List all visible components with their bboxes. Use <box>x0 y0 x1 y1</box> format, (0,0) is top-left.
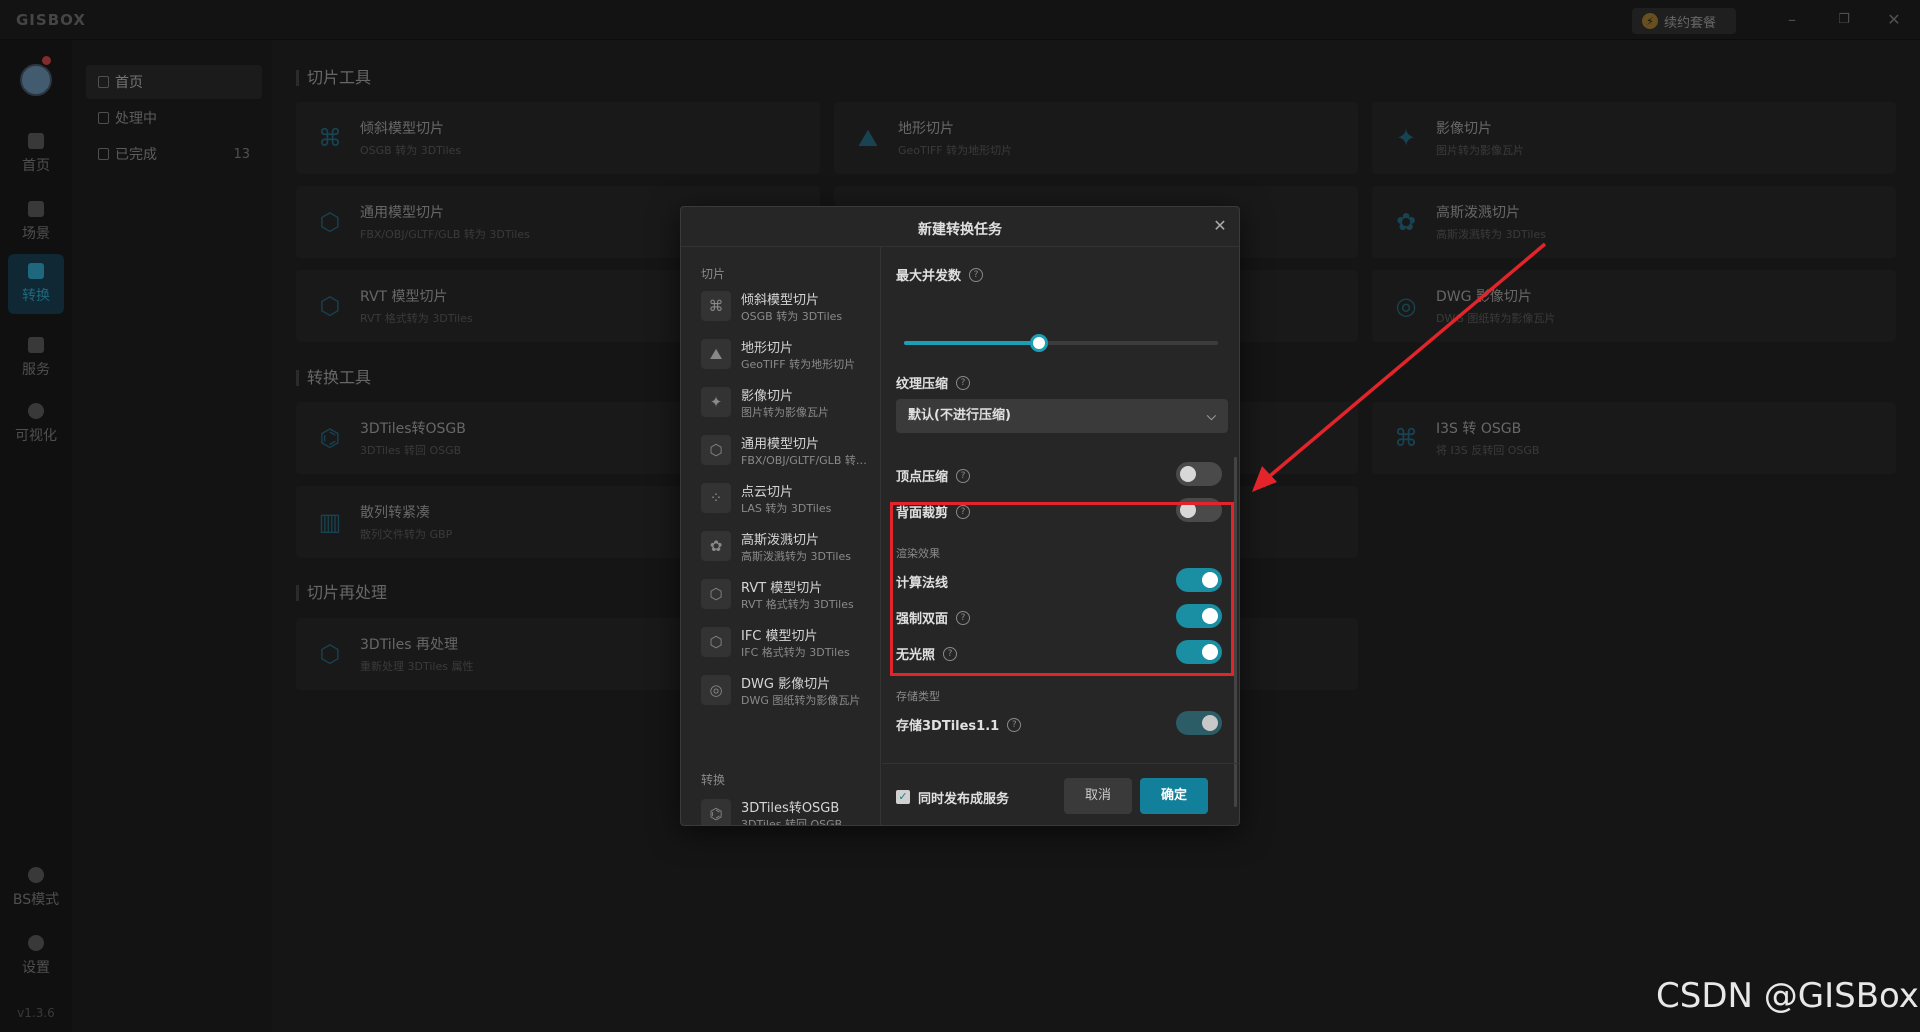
field-label-text: 最大并发数 <box>896 269 962 284</box>
cancel-button[interactable]: 取消 <box>1064 778 1132 814</box>
texture-compress-select[interactable]: 默认(不进行压缩) ⌵ <box>896 399 1228 433</box>
toggle-knob <box>1202 715 1218 731</box>
storage-3dtiles11-label: 存储3DTiles1.1 ? <box>896 715 1022 734</box>
chevron-down-icon: ⌵ <box>1206 409 1216 423</box>
task-type-item[interactable]: ⬡ RVT 模型切片 RVT 格式转为 3DTiles <box>701 573 877 617</box>
group-label-convert: 转换 <box>701 773 726 787</box>
watermark: CSDN @GISBox <box>1656 976 1919 1016</box>
task-type-subtitle: RVT 格式转为 3DTiles <box>741 598 854 611</box>
slider-handle[interactable] <box>1030 334 1049 352</box>
vertex-compress-toggle[interactable] <box>1176 462 1222 486</box>
task-type-item[interactable]: ⌬ 3DTiles转OSGB 3DTiles 转回 OSGB <box>701 793 877 826</box>
slider-fill <box>904 341 1040 345</box>
task-type-title: 影像切片 <box>741 389 794 404</box>
annotation-highlight-box <box>890 502 1234 676</box>
group-label-slice: 切片 <box>701 267 726 281</box>
task-type-icon: ⬡ <box>701 627 731 657</box>
storage-type-group-label: 存储类型 <box>896 690 940 703</box>
select-value: 默认(不进行压缩) <box>908 408 1011 423</box>
task-type-title: 高斯泼溅切片 <box>741 533 820 548</box>
help-icon[interactable]: ? <box>1007 717 1022 732</box>
field-label-text: 存储3DTiles1.1 <box>896 719 1000 734</box>
task-type-title: 倾斜模型切片 <box>741 293 820 308</box>
dialog-header: 新建转换任务 ✕ <box>681 207 1239 247</box>
task-type-title: 点云切片 <box>741 485 794 500</box>
task-type-item[interactable]: ⬡ IFC 模型切片 IFC 格式转为 3DTiles <box>701 621 877 665</box>
task-type-title: RVT 模型切片 <box>741 581 823 596</box>
task-type-icon: ✦ <box>701 387 731 417</box>
task-type-item[interactable]: ⛰ 地形切片 GeoTIFF 转为地形切片 <box>701 333 877 377</box>
task-type-item[interactable]: ⌘ 倾斜模型切片 OSGB 转为 3DTiles <box>701 285 877 329</box>
task-type-icon: ⌘ <box>701 291 731 321</box>
help-icon[interactable]: ? <box>956 375 971 390</box>
task-type-subtitle: 高斯泼溅转为 3DTiles <box>741 550 851 563</box>
task-type-subtitle: FBX/OBJ/GLTF/GLB 转为 3DTiles <box>741 454 877 467</box>
task-type-icon: ✿ <box>701 531 731 561</box>
task-type-subtitle: 3DTiles 转回 OSGB <box>741 818 843 826</box>
publish-service-checkbox[interactable]: ✓ <box>896 790 910 804</box>
publish-service-label[interactable]: 同时发布成服务 <box>918 788 1009 807</box>
field-label-text: 顶点压缩 <box>896 470 949 485</box>
help-icon[interactable]: ? <box>956 468 971 483</box>
field-label-text: 纹理压缩 <box>896 377 949 392</box>
task-type-subtitle: GeoTIFF 转为地形切片 <box>741 358 856 371</box>
task-type-item[interactable]: ⁘ 点云切片 LAS 转为 3DTiles <box>701 477 877 521</box>
task-type-title: 通用模型切片 <box>741 437 820 452</box>
task-type-subtitle: DWG 图纸转为影像瓦片 <box>741 694 861 707</box>
task-type-item[interactable]: ◎ DWG 影像切片 DWG 图纸转为影像瓦片 <box>701 669 877 713</box>
task-type-icon: ◎ <box>701 675 731 705</box>
dialog-title: 新建转换任务 <box>918 222 1002 238</box>
toggle-knob <box>1180 466 1196 482</box>
close-icon[interactable]: ✕ <box>1209 215 1231 237</box>
vertex-compress-label: 顶点压缩 ? <box>896 466 971 485</box>
task-type-icon: ⌬ <box>701 799 731 825</box>
texture-compress-label: 纹理压缩 ? <box>896 373 971 392</box>
max-concurrency-slider[interactable] <box>904 334 1218 352</box>
app-window: GISBOX ⚡ 续约套餐 – ❐ ✕ 首页 场景 转换 服务 可视化 BS模式… <box>0 0 1920 1032</box>
dialog-footer: ✓ 同时发布成服务 取消 确定 <box>882 763 1239 825</box>
task-type-item[interactable]: ✦ 影像切片图片转为影像瓦片 <box>701 381 877 425</box>
task-type-icon: ⛰ <box>701 339 731 369</box>
max-concurrency-label: 最大并发数 ? <box>896 265 984 284</box>
task-type-icon: ⬡ <box>701 435 731 465</box>
task-type-subtitle: OSGB 转为 3DTiles <box>741 310 843 323</box>
task-type-title: IFC 模型切片 <box>741 629 818 644</box>
task-type-title: 地形切片 <box>741 341 794 356</box>
scrollbar[interactable] <box>1234 457 1237 807</box>
storage-3dtiles11-toggle[interactable] <box>1176 711 1222 735</box>
task-type-item[interactable]: ⬡ 通用模型切片 FBX/OBJ/GLTF/GLB 转为 3DTiles <box>701 429 877 473</box>
task-type-item[interactable]: ✿ 高斯泼溅切片高斯泼溅转为 3DTiles <box>701 525 877 569</box>
task-type-title: 3DTiles转OSGB <box>741 801 840 816</box>
task-type-subtitle: 图片转为影像瓦片 <box>741 406 829 419</box>
help-icon[interactable]: ? <box>969 267 984 282</box>
task-type-icon: ⬡ <box>701 579 731 609</box>
task-type-subtitle: LAS 转为 3DTiles <box>741 502 832 515</box>
task-type-subtitle: IFC 格式转为 3DTiles <box>741 646 850 659</box>
task-type-title: DWG 影像切片 <box>741 677 831 692</box>
task-type-list: 切片 ⌘ 倾斜模型切片 OSGB 转为 3DTiles ⛰ 地形切片 GeoTIFF 转为… <box>681 247 881 826</box>
task-type-icon: ⁘ <box>701 483 731 513</box>
confirm-button[interactable]: 确定 <box>1140 778 1208 814</box>
